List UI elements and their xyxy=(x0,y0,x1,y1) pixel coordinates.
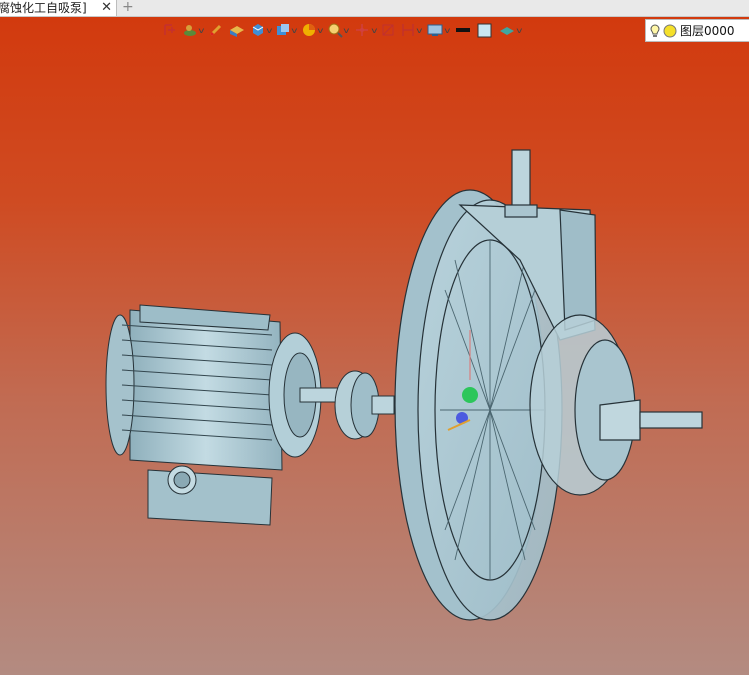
axes-tool[interactable]: v xyxy=(353,19,377,41)
pump-assembly-model[interactable] xyxy=(0,17,749,675)
measure-icon xyxy=(402,24,415,36)
view-cube-icon xyxy=(277,24,290,35)
frame-tool[interactable] xyxy=(162,19,178,41)
document-tab-bar: 腐蚀化工自吸泵] ✕ + xyxy=(0,0,749,17)
pen-icon xyxy=(209,24,221,37)
view-cube-tool[interactable]: v xyxy=(275,19,298,41)
cube-icon xyxy=(252,24,263,36)
close-icon[interactable]: ✕ xyxy=(101,0,112,15)
cube-tool[interactable]: v xyxy=(250,19,272,41)
duck-icon xyxy=(184,25,196,36)
box-tool[interactable] xyxy=(228,19,246,41)
color-wheel-icon xyxy=(303,24,316,36)
section-tool[interactable] xyxy=(380,19,396,41)
document-tab-title: 腐蚀化工自吸泵] xyxy=(0,1,87,15)
motor xyxy=(105,304,341,526)
document-tab[interactable]: 腐蚀化工自吸泵] ✕ xyxy=(0,0,117,16)
display-mode-icon xyxy=(427,24,443,36)
measure-tool[interactable]: v xyxy=(400,19,423,41)
display-mode-tool[interactable]: v xyxy=(426,19,451,41)
lightbulb-icon[interactable] xyxy=(649,23,661,38)
frame-icon xyxy=(164,24,175,35)
layer-material-tool[interactable]: v xyxy=(498,19,522,41)
color-wheel-tool[interactable]: v xyxy=(301,19,324,41)
pump-housing xyxy=(394,149,703,621)
duck-tool[interactable]: v xyxy=(182,19,204,41)
axes-icon xyxy=(355,24,368,36)
layer-dropdown[interactable]: 图层0000 xyxy=(645,19,749,42)
view-toolbar: v v v v v v v v v xyxy=(162,18,526,42)
line-color-tool[interactable] xyxy=(454,19,472,41)
layer-material-icon xyxy=(499,27,514,35)
fill-color-icon xyxy=(477,23,492,38)
box-icon xyxy=(229,26,244,37)
zoom-tool[interactable]: v xyxy=(327,19,349,41)
fill-color-tool[interactable] xyxy=(476,19,494,41)
layer-color-icon[interactable] xyxy=(663,24,677,38)
zoom-icon xyxy=(328,23,343,38)
coupling xyxy=(334,370,395,440)
layer-name: 图层0000 xyxy=(680,24,735,38)
3d-viewport[interactable]: v v v v v v v v v 图层0000 xyxy=(0,17,749,675)
section-icon xyxy=(382,24,394,36)
line-color-icon xyxy=(455,28,470,32)
add-tab-icon[interactable]: + xyxy=(122,0,134,14)
pen-tool[interactable] xyxy=(208,19,224,41)
